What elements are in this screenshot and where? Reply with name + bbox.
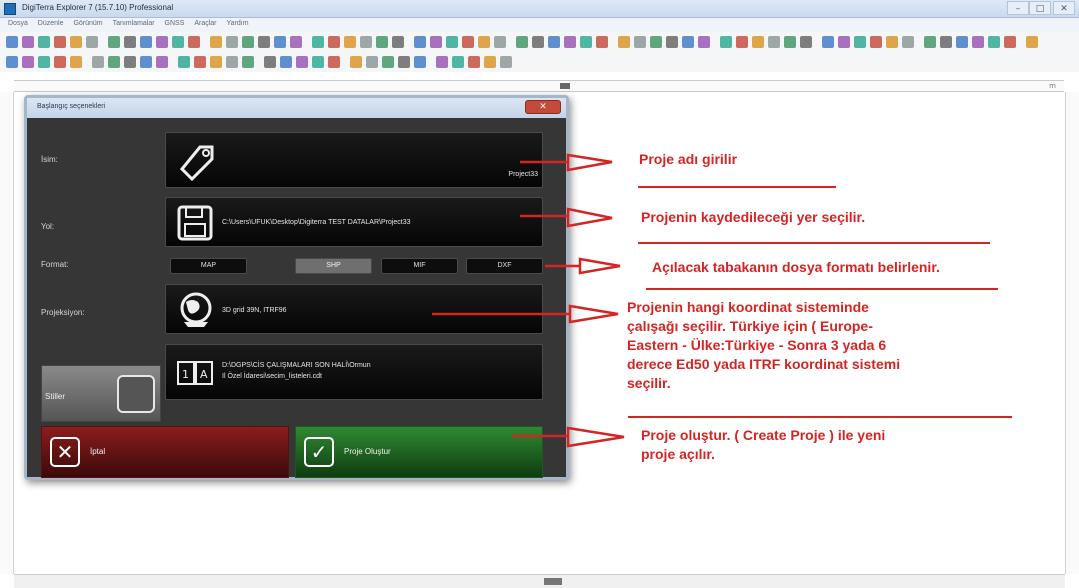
- note-create-2: proje açılır.: [641, 446, 715, 462]
- note-projection-2: çalışağı seçilir. Türkiye için ( Europe-: [627, 318, 873, 334]
- note-name: Proje adı girilir: [639, 151, 738, 167]
- note-path: Projenin kaydedileceği yer seçilir.: [641, 209, 866, 225]
- note-projection-underline: [628, 416, 1012, 418]
- arrow-format: [545, 257, 621, 275]
- note-projection-4: derece Ed50 yada ITRF koordinat sistemi: [627, 356, 901, 372]
- note-projection-1: Projenin hangi koordinat sisteminde: [627, 299, 869, 315]
- note-projection-5: seçilir.: [627, 375, 671, 391]
- arrow-path: [520, 207, 613, 228]
- arrow-create: [512, 426, 625, 448]
- note-format-underline: [646, 288, 998, 290]
- annotation-arrows: [432, 153, 625, 448]
- note-create-1: Proje oluştur. ( Create Proje ) ile yeni: [641, 427, 886, 443]
- note-format: Açılacak tabakanın dosya formatı belirle…: [652, 259, 940, 275]
- note-name-underline: [638, 186, 836, 188]
- note-path-underline: [638, 242, 990, 244]
- arrow-projection: [432, 304, 619, 324]
- arrow-name: [520, 153, 613, 172]
- note-projection-3: Eastern - Ülke:Türkiye - Sonra 3 yada 6: [627, 337, 887, 353]
